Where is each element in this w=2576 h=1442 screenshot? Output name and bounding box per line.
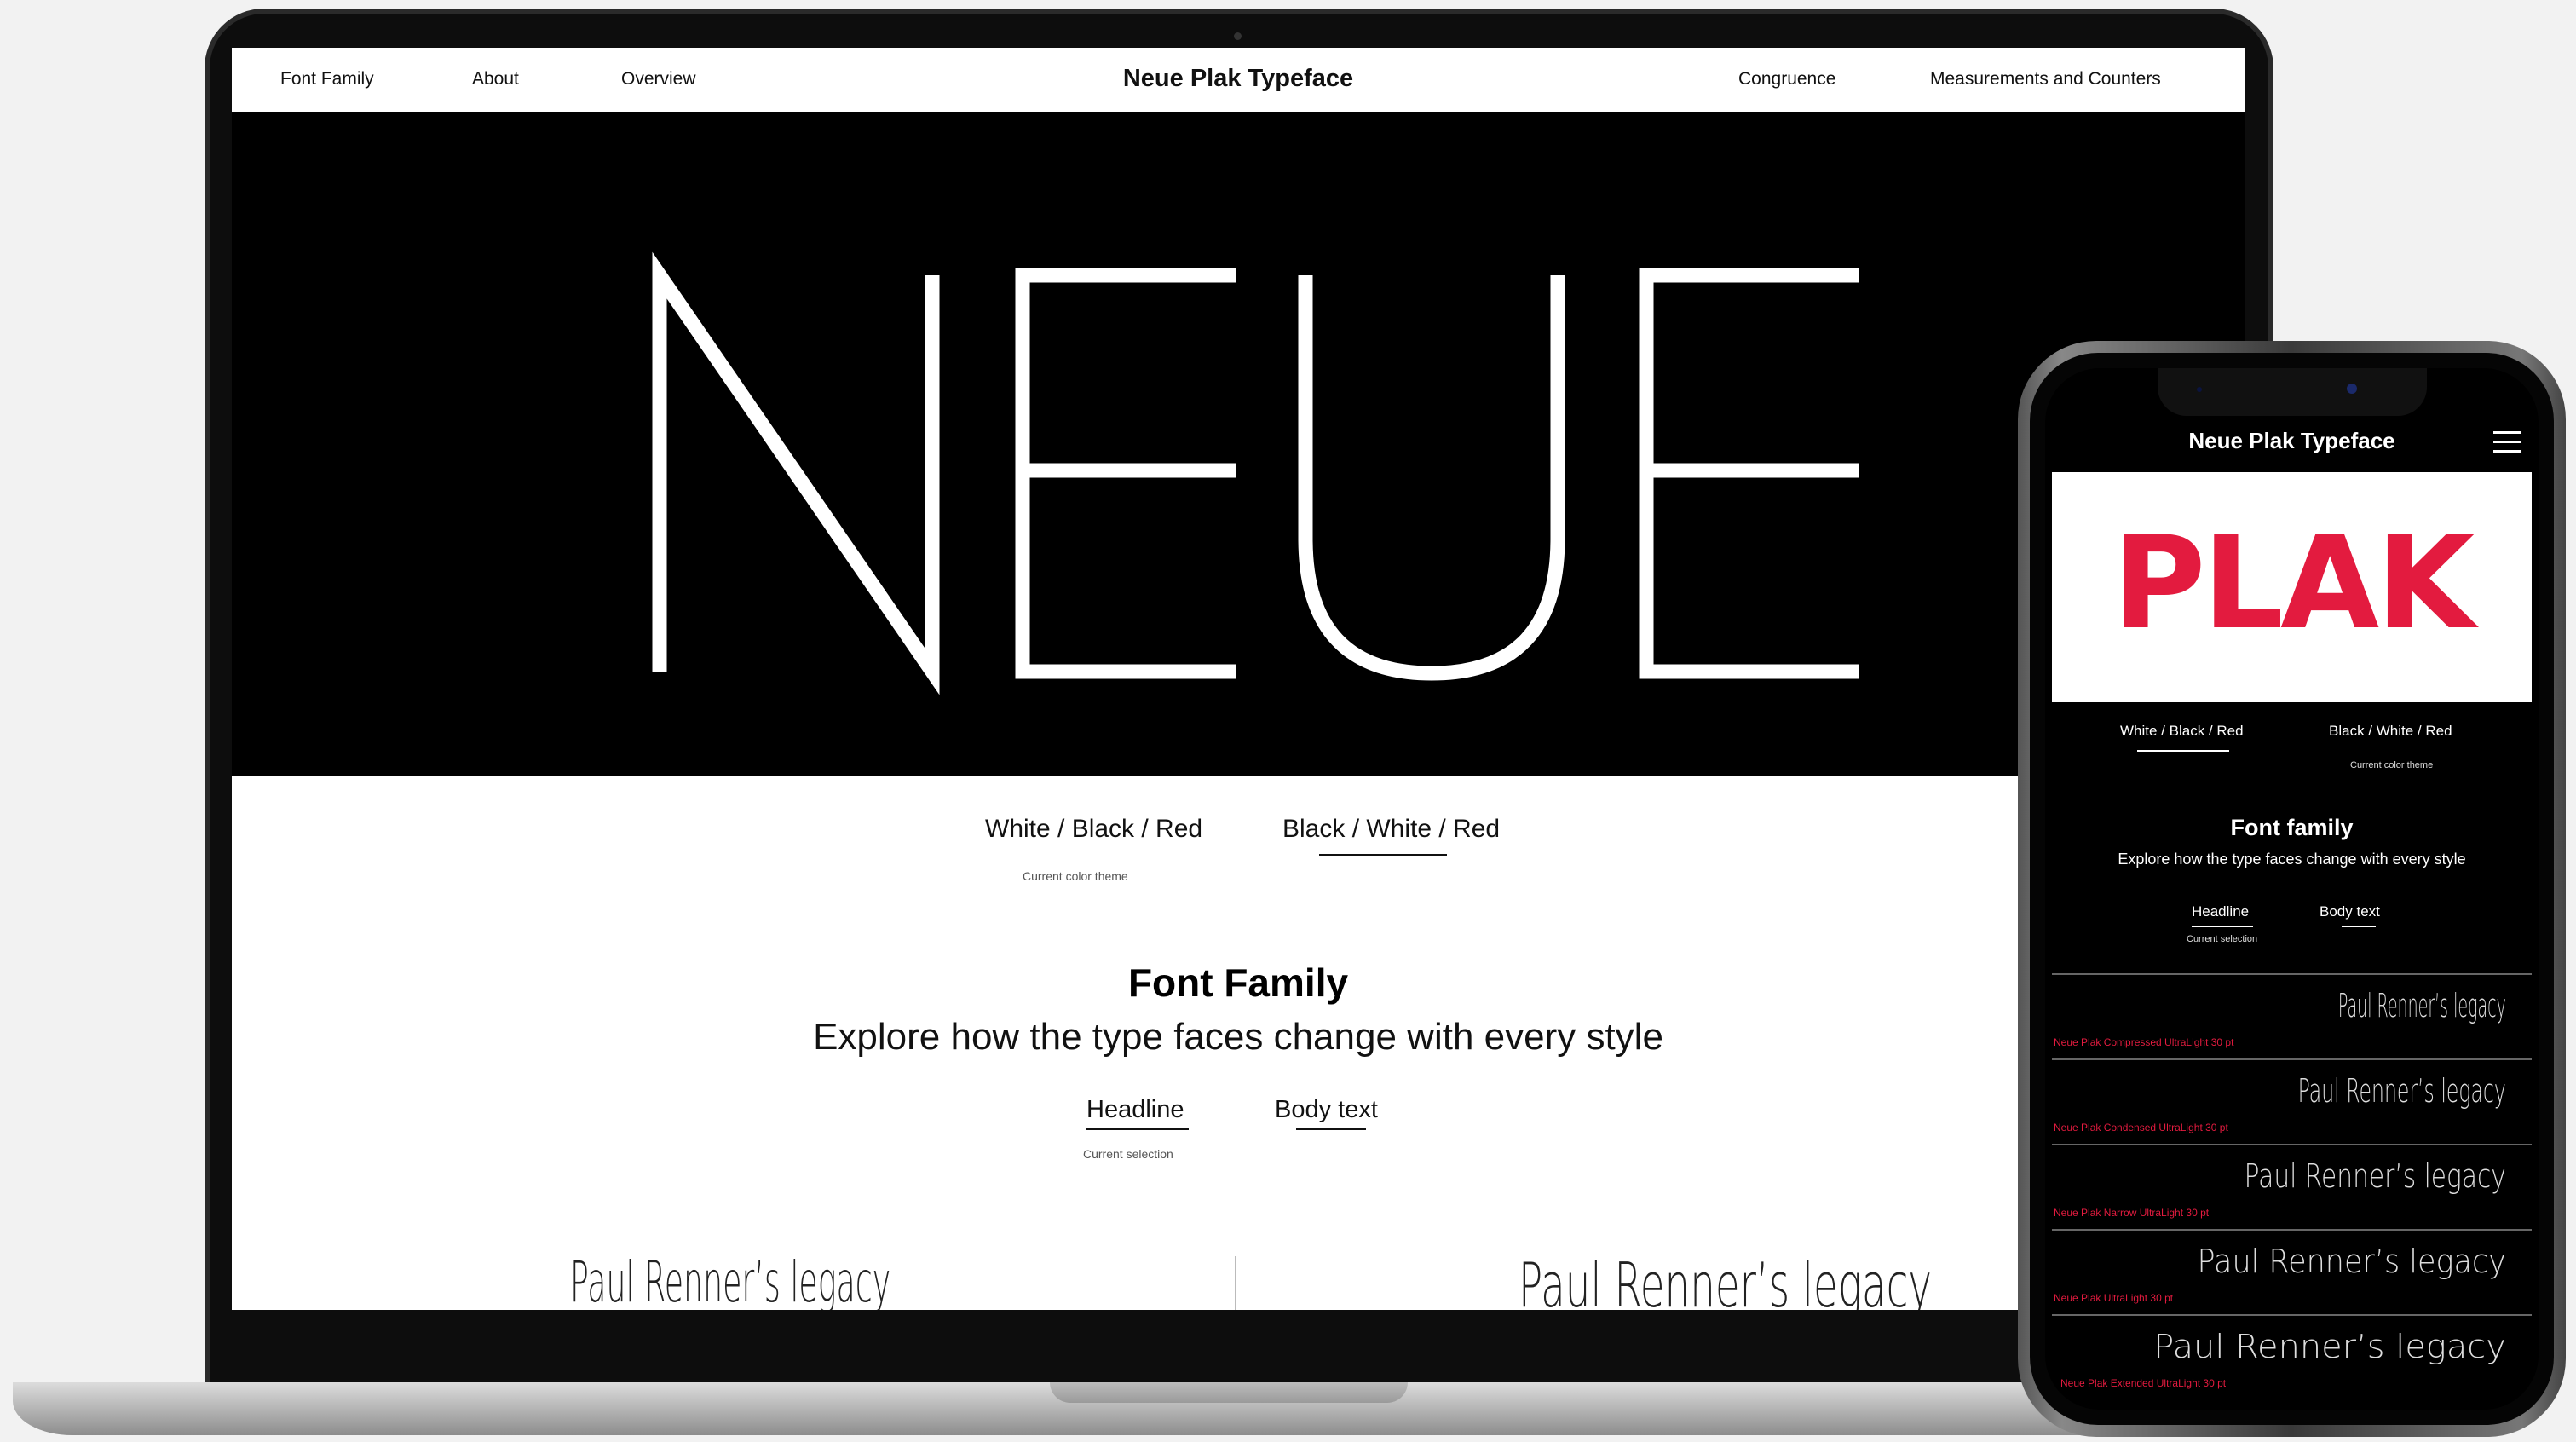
phone-sample-text: Paul Renner’s legacy: [2338, 987, 2506, 1024]
laptop-hinge: [1050, 1382, 1408, 1403]
selection-caption: Current selection: [1083, 1147, 1173, 1161]
phone-hero: PLAK: [2052, 472, 2532, 702]
laptop-camera: [1234, 32, 1242, 40]
phone-hero-word: PLAK: [2112, 510, 2475, 658]
hero-section: [232, 112, 2245, 776]
phone-sample-text: Paul Renner’s legacy: [2297, 1072, 2506, 1110]
phone-site-title[interactable]: Neue Plak Typeface: [2045, 428, 2539, 454]
laptop-screen: Font Family About Overview Neue Plak Typ…: [232, 48, 2245, 1310]
phone-theme-option-black-white-red[interactable]: Black / White / Red: [2329, 723, 2452, 740]
font-family-title: Font Family: [1127, 960, 1349, 1005]
phone-sample-row: Paul Renner’s legacy Neue Plak UltraLigh…: [2052, 1229, 2532, 1316]
option-headline[interactable]: Headline: [1086, 1096, 1184, 1124]
nav-measurements[interactable]: Measurements and Counters: [1930, 69, 2161, 89]
front-camera: [2347, 384, 2357, 394]
font-family-section: Font Family Explore how the type faces c…: [232, 922, 2245, 1214]
phone-sample-caption: Neue Plak Extended UltraLight 30 pt: [2060, 1377, 2227, 1389]
phone-sample-row: Paul Renner’s legacy Neue Plak Compresse…: [2052, 973, 2532, 1060]
theme-caption: Current color theme: [1023, 869, 1128, 883]
samples-section: Paul Renner’s legacy Paul Renner’s legac…: [232, 1212, 2245, 1310]
phone-sample-caption: Neue Plak Condensed UltraLight 30 pt: [2054, 1122, 2228, 1133]
body-text-underline: [1296, 1128, 1366, 1130]
phone-font-family-title: Font family: [2230, 815, 2354, 840]
phone-notch: [2158, 368, 2427, 416]
hero-word-neue: [652, 251, 1859, 695]
phone-theme-option-white-black-red[interactable]: White / Black / Red: [2120, 723, 2244, 740]
sample-divider: [1235, 1256, 1236, 1310]
phone-theme-caption: Current color theme: [2350, 760, 2434, 770]
sample-compressed: Paul Renner’s legacy: [570, 1249, 891, 1310]
headline-underline: [1086, 1128, 1189, 1130]
sample-condensed: Paul Renner’s legacy: [1519, 1249, 1933, 1310]
font-family-subtitle: Explore how the type faces change with e…: [813, 1016, 1663, 1058]
phone-headline-underline: [2192, 926, 2253, 927]
phone-sample-caption: Neue Plak UltraLight 30 pt: [2054, 1292, 2174, 1304]
phone-sample-row: Paul Renner’s legacy Neue Plak Extended …: [2052, 1314, 2532, 1401]
theme-option-black-white-red[interactable]: Black / White / Red: [1282, 815, 1500, 844]
phone-sample-row: Paul Renner’s legacy Neue Plak Condensed…: [2052, 1058, 2532, 1145]
phone-sample-text: Paul Renner’s legacy: [2197, 1243, 2506, 1280]
phone-font-family-subtitle: Explore how the type faces change with e…: [2118, 851, 2466, 868]
phone-sample-text: Paul Renner’s legacy: [2244, 1157, 2506, 1195]
top-nav: Font Family About Overview Neue Plak Typ…: [232, 48, 2245, 112]
menu-icon[interactable]: [2493, 431, 2521, 453]
phone-sample-row: Paul Renner’s legacy Neue Plak Narrow Ul…: [2052, 1144, 2532, 1231]
theme-underline: [1319, 854, 1447, 856]
phone-body-text-underline: [2342, 926, 2376, 927]
phone-option-headline[interactable]: Headline: [2192, 903, 2249, 920]
phone-sample-caption: Neue Plak Compressed UltraLight 30 pt: [2054, 1036, 2234, 1048]
phone-screen: Neue Plak Typeface PLAK White / Black / …: [2045, 368, 2539, 1410]
option-body-text[interactable]: Body text: [1275, 1096, 1378, 1124]
notch-sensor: [2197, 387, 2202, 392]
nav-congruence[interactable]: Congruence: [1738, 69, 1835, 89]
phone-sample-caption: Neue Plak Narrow UltraLight 30 pt: [2054, 1207, 2210, 1219]
phone-option-body-text[interactable]: Body text: [2320, 903, 2380, 920]
phone-sample-text: Paul Renner’s legacy: [2153, 1328, 2506, 1365]
phone-selection-caption: Current selection: [2187, 934, 2258, 944]
theme-switcher: White / Black / Red Current color theme …: [232, 776, 2245, 924]
theme-option-white-black-red[interactable]: White / Black / Red: [985, 815, 1202, 844]
phone-theme-underline: [2137, 750, 2229, 752]
